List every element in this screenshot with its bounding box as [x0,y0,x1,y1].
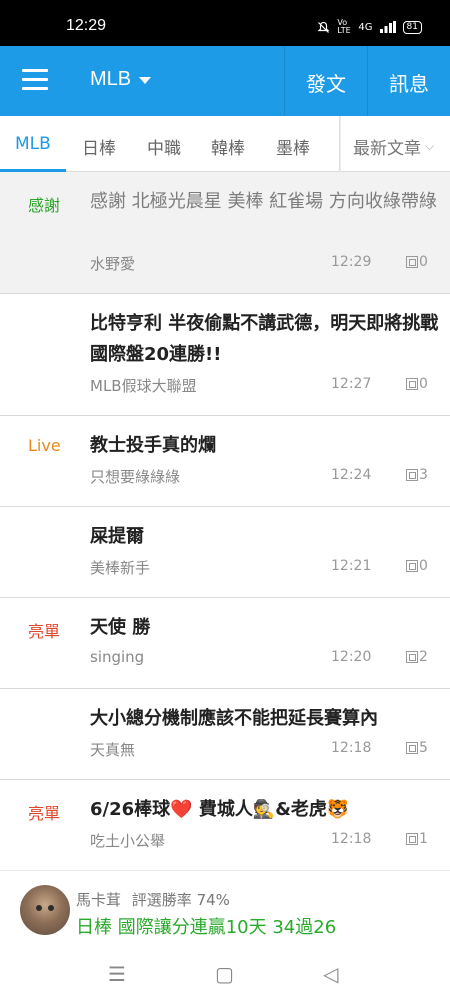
reply-number: 0 [419,376,428,392]
post-time: 12:18 [331,740,372,756]
tab-kbo[interactable]: 韓棒 [211,134,245,159]
back-icon[interactable]: ◁ [323,962,338,986]
sort-label: 最新文章 [353,139,421,159]
reply-number: 5 [419,740,428,756]
category-tabs: MLB 日棒 中職 韓棒 墨棒 最新文章 ⌵ [0,116,450,172]
post-tag: 亮單 [28,622,61,641]
post-author: 吃土小公舉 [90,832,166,850]
mute-icon [317,21,330,33]
tab-npb[interactable]: 日棒 [82,134,116,159]
reply-number: 2 [419,649,428,665]
app-bar: MLB 發文 訊息 [0,46,450,116]
reply-icon [406,469,418,481]
system-nav-bar: ☰ ▢ ◁ [0,948,450,1000]
list-item[interactable]: 感謝 感謝 北極光晨星 美棒 紅雀場 方向收綠帶綠 水野愛 12:29 0 [0,172,450,294]
tab-separator [339,116,341,172]
reply-number: 3 [419,467,428,483]
status-icons: Vo LTE 4G 81 [317,19,422,35]
post-title: 天使 勝 [90,617,151,638]
reply-number: 0 [419,558,428,574]
reply-count: 2 [406,649,428,665]
list-item[interactable]: 亮單 6/26棒球❤️ 費城人🕵️&老虎🐯 吃土小公舉 12:18 1 [0,780,450,871]
reply-count: 3 [406,467,428,483]
post-tag: Live [28,436,61,455]
reply-count: 0 [406,558,428,574]
reply-icon [406,560,418,572]
pick-win-rate: 評選勝率 74% [131,891,230,909]
tab-cpbl[interactable]: 中職 [147,134,181,159]
post-time: 12:29 [331,254,372,270]
tab-lmb[interactable]: 墨棒 [276,134,310,159]
battery-icon: 81 [402,20,422,34]
post-author: singing [90,648,145,666]
post-title: 比特亨利 半夜偷點不講武德，明天即將挑戰國際盤20連勝!! [90,313,439,365]
signal-icon [379,21,396,33]
post-author: 美棒新手 [90,559,151,577]
status-bar: 12:29 Vo LTE 4G 81 [0,0,450,46]
tab-mlb[interactable]: MLB [15,134,51,154]
messages-button[interactable]: 訊息 [389,68,429,97]
reply-count: 0 [406,254,428,270]
post-list: 感謝 感謝 北極光晨星 美棒 紅雀場 方向收綠帶綠 水野愛 12:29 0 比特… [0,172,450,871]
post-author: 天真無 [90,741,136,759]
board-selector[interactable]: MLB [90,68,152,91]
volte-icon: Vo LTE [337,18,351,35]
list-item[interactable]: 屎提爾 美棒新手 12:21 0 [0,507,450,598]
chevron-down-icon: ⌵ [425,139,435,153]
pick-text: 日棒 國際讓分連贏10天 34過26 [76,917,337,938]
app-bar-divider [367,46,368,116]
sort-dropdown[interactable]: 最新文章 ⌵ [353,134,434,159]
pick-user-info: 馬卡茸 評選勝率 74% [76,889,230,910]
post-tag: 亮單 [28,804,61,823]
reply-number: 1 [419,831,428,847]
post-time: 12:20 [331,649,372,665]
app-bar-divider [284,46,285,116]
reply-number: 0 [419,254,428,270]
avatar[interactable] [20,885,70,935]
post-title: 大小總分機制應該不能把延長賽算內 [90,708,378,729]
reply-count: 1 [406,831,428,847]
list-item[interactable]: 亮單 天使 勝 singing 12:20 2 [0,598,450,689]
post-title: 教士投手真的爛 [90,435,216,456]
list-item[interactable]: 比特亨利 半夜偷點不講武德，明天即將挑戰國際盤20連勝!! MLB假球大聯盟 1… [0,294,450,416]
post-author: 水野愛 [90,255,136,273]
post-tag: 感謝 [28,196,61,215]
reply-icon [406,378,418,390]
network-type: 4G [358,21,373,33]
reply-icon [406,651,418,663]
list-item[interactable]: 大小總分機制應該不能把延長賽算內 天真無 12:18 5 [0,689,450,780]
post-title: 感謝 北極光晨星 美棒 紅雀場 方向收綠帶綠 [90,191,437,212]
reply-icon [406,833,418,845]
pick-banner[interactable]: 馬卡茸 評選勝率 74% 日棒 國際讓分連贏10天 34過26 [0,870,450,948]
reply-icon [406,256,418,268]
home-icon[interactable]: ▢ [215,962,234,986]
recents-menu-icon[interactable]: ☰ [108,962,126,986]
post-title: 6/26棒球❤️ 費城人🕵️&老虎🐯 [90,799,350,820]
post-button[interactable]: 發文 [306,68,346,97]
post-author: 只想要綠綠綠 [90,468,181,486]
post-time: 12:18 [331,831,372,847]
list-item[interactable]: Live 教士投手真的爛 只想要綠綠綠 12:24 3 [0,416,450,507]
post-time: 12:21 [331,558,372,574]
post-author: MLB假球大聯盟 [90,377,197,395]
reply-icon [406,742,418,754]
post-time: 12:24 [331,467,372,483]
reply-count: 0 [406,376,428,392]
board-name: MLB [90,68,132,90]
post-title: 屎提爾 [90,526,144,547]
pick-username: 馬卡茸 [76,891,122,909]
menu-icon[interactable] [22,69,48,91]
reply-count: 5 [406,740,428,756]
status-time: 12:29 [66,17,107,34]
caret-down-icon [139,77,152,84]
post-time: 12:27 [331,376,372,392]
